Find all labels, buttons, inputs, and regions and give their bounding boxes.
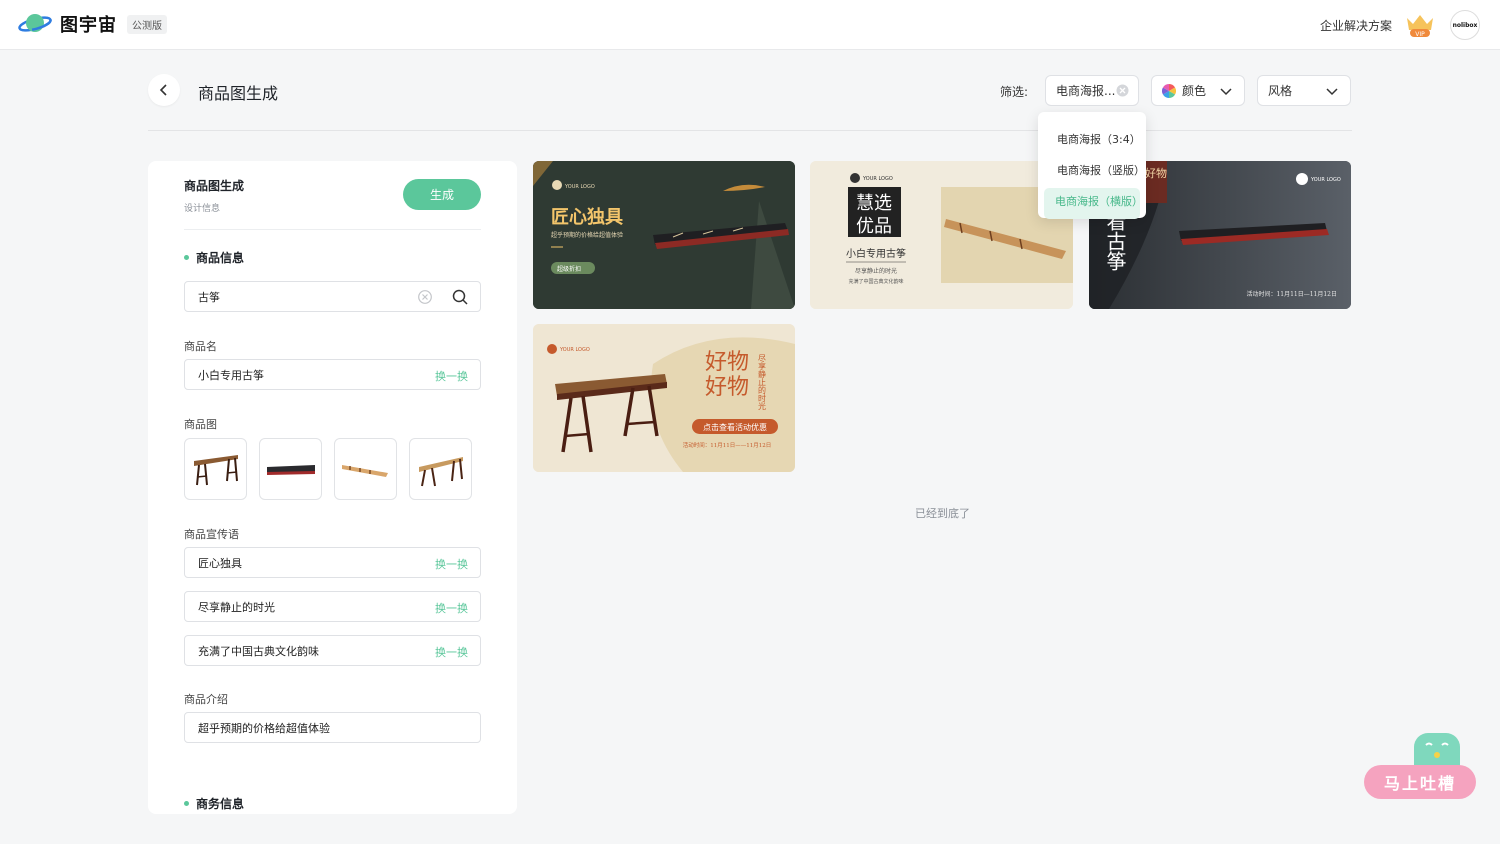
swap-button[interactable]: 换一换 [435, 556, 468, 572]
result-card[interactable]: YOUR LOGO 匠心独具 超乎预期的价格给超值体验 超级折扣 [533, 161, 795, 309]
section-dot [184, 255, 189, 260]
card-product-name: 小白专用古筝 [846, 247, 906, 260]
intro-input[interactable]: 超乎预期的价格给超值体验 [184, 712, 481, 743]
product-name-input[interactable]: 小白专用古筝 换一换 [184, 359, 481, 390]
slogan-value: 匠心独具 [198, 556, 242, 570]
slogan-input[interactable]: 尽享静止的时光 换一换 [184, 591, 481, 622]
color-wheel-icon [1162, 83, 1176, 98]
brand[interactable]: 图宇宙 公测版 [18, 11, 167, 37]
swap-button[interactable]: 换一换 [435, 644, 468, 660]
product-image-thumb[interactable] [409, 438, 472, 500]
card-title: 匠心独具 [551, 206, 623, 228]
card-title-2: 好物 [705, 375, 749, 400]
product-search-input[interactable]: 古筝 [184, 281, 481, 312]
dropdown-option-portrait[interactable]: 电商海报（竖版） [1038, 157, 1146, 188]
header-divider [148, 130, 1352, 131]
panel-title: 商品图生成 [184, 179, 245, 193]
panel-subtitle: 设计信息 [184, 204, 221, 214]
generate-button[interactable]: 生成 [403, 179, 481, 210]
filter-type-value: 电商海报... [1056, 84, 1116, 98]
clear-icon[interactable] [1116, 84, 1129, 97]
card-corner-char-1: 好物 [1145, 166, 1167, 180]
filter-style-label: 风格 [1268, 84, 1293, 98]
enterprise-solutions-link[interactable]: 企业解决方案 [1320, 17, 1392, 34]
search-value: 古筝 [198, 290, 220, 304]
product-image-thumb[interactable] [334, 438, 397, 500]
page-title: 商品图生成 [198, 84, 279, 103]
card-logo-text: YOUR LOGO [862, 176, 893, 182]
product-image-thumb[interactable] [184, 438, 247, 500]
card-logo-text: YOUR LOGO [1310, 177, 1341, 183]
filter-label: 筛选: [1000, 85, 1029, 99]
card-vertical-text: 尽享静止的时光 [758, 354, 767, 411]
filter-type-select[interactable]: 电商海报... [1045, 75, 1139, 106]
section-business-info: 商务信息 [184, 795, 244, 812]
card-vertical-title: 看古筝 [1103, 211, 1127, 271]
dropdown-option-landscape[interactable]: 电商海报（横版） [1044, 188, 1143, 219]
guzheng-image [266, 465, 315, 475]
poster-beige: YOUR LOGO 好物 好物 尽享静止的时光 点击查看活动优惠 活动时间：11… [533, 324, 795, 472]
card-badge-1: 慧选 [856, 193, 892, 214]
intro-label: 商品介绍 [184, 693, 228, 706]
swap-button[interactable]: 换一换 [435, 368, 468, 384]
swap-button[interactable]: 换一换 [435, 600, 468, 616]
section-product-label: 商品信息 [196, 251, 245, 265]
intro-value: 超乎预期的价格给超值体验 [198, 721, 330, 735]
chevron-down-icon [1220, 88, 1232, 96]
filter-color-label: 颜色 [1182, 84, 1207, 98]
panel-divider [184, 229, 481, 230]
beta-badge: 公测版 [127, 14, 167, 34]
planet-logo-icon [18, 14, 52, 32]
product-name-value: 小白专用古筝 [198, 368, 264, 382]
card-tag: 超级折扣 [557, 265, 581, 273]
card-badge-2: 优品 [856, 216, 892, 237]
clear-icon[interactable] [418, 290, 432, 304]
guzheng-image [418, 457, 463, 487]
back-button[interactable] [148, 74, 180, 106]
card-line-1: 尽享静止的时光 [855, 267, 897, 275]
feedback-button[interactable]: 马上吐槽 [1364, 765, 1476, 799]
section-dot [184, 801, 189, 806]
poster-dark-green: YOUR LOGO 匠心独具 超乎预期的价格给超值体验 超级折扣 [533, 161, 795, 309]
filter-type-dropdown: 电商海报（3:4） 电商海报（竖版） 电商海报（横版） [1038, 112, 1146, 219]
product-name-label: 商品名 [184, 340, 217, 353]
avatar[interactable]: nolibox [1450, 10, 1480, 40]
feedback-widget[interactable]: 马上吐槽 [1362, 731, 1478, 803]
product-image-label: 商品图 [184, 418, 217, 431]
vip-crown-icon[interactable]: VIP [1404, 12, 1436, 38]
card-title-1: 好物 [705, 350, 749, 375]
top-bar: 图宇宙 公测版 企业解决方案 VIP nolibox [0, 0, 1500, 50]
slogan-input[interactable]: 匠心独具 换一换 [184, 547, 481, 578]
card-cta: 点击查看活动优惠 [703, 422, 767, 432]
chevron-down-icon [1326, 88, 1338, 96]
end-of-list-text: 已经到底了 [915, 507, 970, 520]
card-line-2: 充满了中国古典文化韵味 [848, 278, 903, 285]
product-image-thumb[interactable] [259, 438, 322, 500]
chevron-left-icon [159, 84, 167, 96]
result-card[interactable]: YOUR LOGO 好物 好物 尽享静止的时光 点击查看活动优惠 活动时间：11… [533, 324, 795, 472]
dropdown-option-3-4[interactable]: 电商海报（3:4） [1038, 126, 1146, 157]
filter-style-select[interactable]: 风格 [1257, 75, 1351, 106]
slogan-value: 尽享静止的时光 [198, 600, 275, 614]
design-info-panel: 商品图生成 设计信息 生成 商品信息 古筝 商品名 小白专用古筝 换一换 商品图… [148, 161, 517, 814]
card-subtitle: 超乎预期的价格给超值体验 [551, 231, 623, 239]
guzheng-image [193, 455, 238, 486]
card-date: 活动时间：11月11日—11月12日 [1246, 290, 1337, 298]
section-product-info: 商品信息 [184, 249, 244, 266]
slogan-input[interactable]: 充满了中国古典文化韵味 换一换 [184, 635, 481, 666]
filter-color-select[interactable]: 颜色 [1151, 75, 1245, 106]
search-icon[interactable] [452, 289, 468, 305]
vip-badge-text: VIP [1415, 31, 1425, 38]
card-logo-text: YOUR LOGO [559, 347, 590, 353]
card-date: 活动时间：11月11日——11月12日 [683, 441, 772, 449]
card-logo-text: YOUR LOGO [564, 184, 595, 190]
section-business-label: 商务信息 [196, 797, 245, 811]
guzheng-image [341, 465, 388, 477]
result-card[interactable]: YOUR LOGO 慧选 优品 小白专用古筝 尽享静止的时光 充满了中国古典文化… [810, 161, 1073, 309]
poster-cream: YOUR LOGO 慧选 优品 小白专用古筝 尽享静止的时光 充满了中国古典文化… [810, 161, 1073, 309]
slogan-label: 商品宣传语 [184, 528, 239, 541]
brand-name: 图宇宙 [60, 15, 117, 36]
slogan-value: 充满了中国古典文化韵味 [198, 644, 319, 658]
